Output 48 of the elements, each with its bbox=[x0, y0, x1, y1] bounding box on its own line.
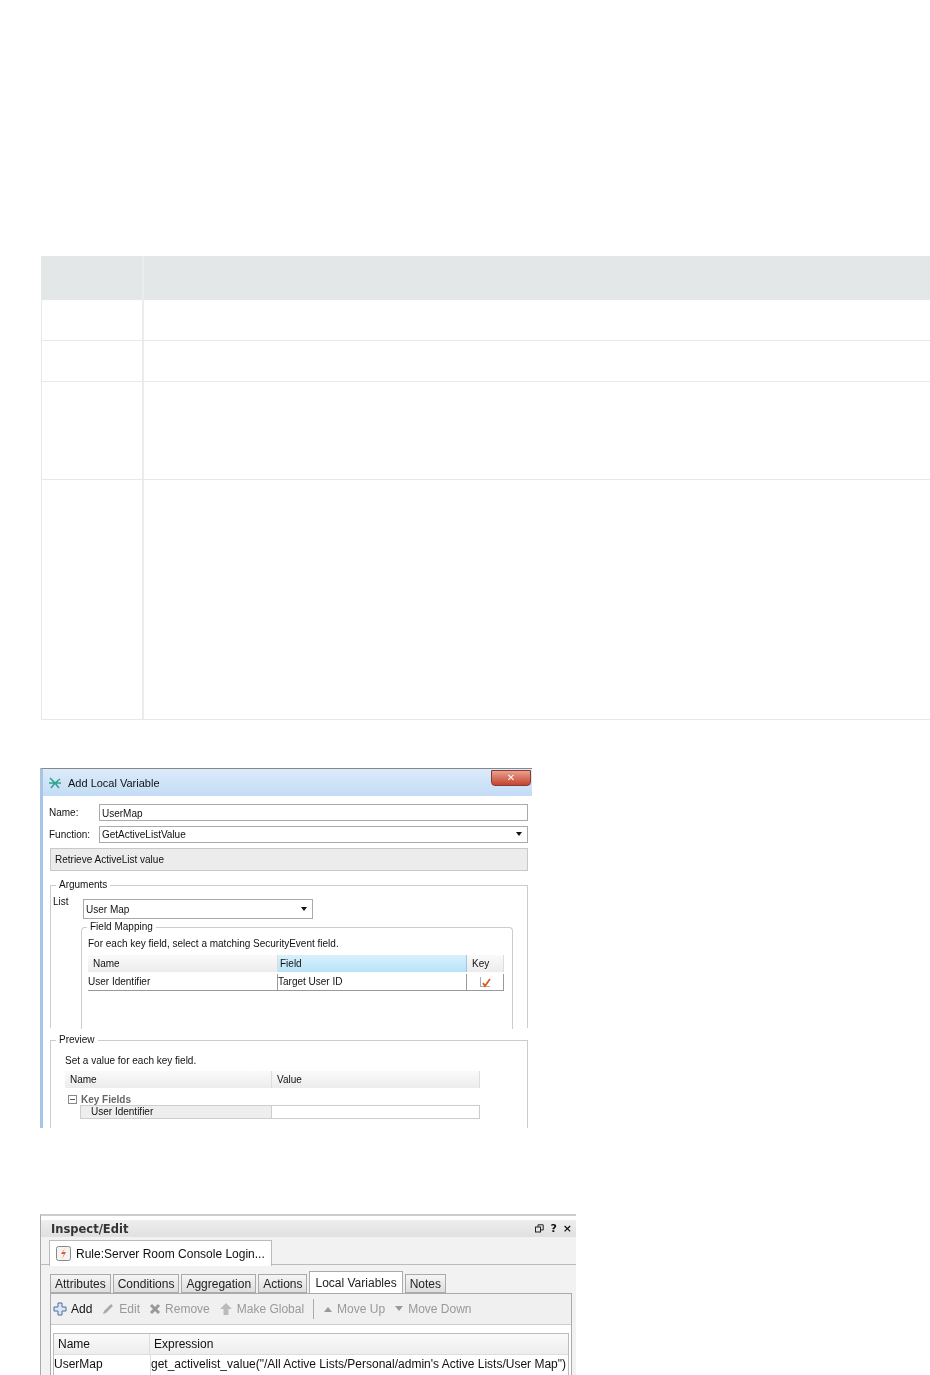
value-field[interactable] bbox=[272, 1105, 480, 1119]
name-field[interactable]: UserMap bbox=[99, 803, 528, 821]
list-dropdown[interactable]: User Map bbox=[83, 899, 313, 919]
column-header[interactable]: Expression bbox=[150, 1334, 568, 1354]
window-title: Add Local Variable bbox=[68, 776, 160, 789]
tab[interactable]: Conditions bbox=[112, 1274, 180, 1293]
app-icon bbox=[48, 775, 62, 790]
column-header[interactable]: Key bbox=[467, 955, 504, 972]
group-legend: Preview bbox=[56, 1034, 98, 1046]
column-header[interactable]: Name bbox=[65, 1071, 272, 1088]
column-header[interactable]: Name bbox=[88, 955, 278, 972]
table-cell: Target User ID bbox=[278, 974, 467, 991]
column-header[interactable]: Field bbox=[278, 955, 467, 972]
triangle-up-icon bbox=[323, 1305, 334, 1313]
field-label: List bbox=[52, 896, 70, 909]
tab[interactable]: Aggregation bbox=[181, 1274, 257, 1293]
field-label: Name: bbox=[49, 806, 80, 818]
tab[interactable]: Notes bbox=[404, 1274, 446, 1293]
plus-icon bbox=[53, 1302, 67, 1316]
table-row[interactable]: UserMap get_activelist_value("/All Active Lists/Personal/admin's Active Lists/User Map") bbox=[54, 1354, 568, 1375]
x-icon bbox=[149, 1303, 162, 1315]
tab[interactable]: Actions bbox=[258, 1274, 308, 1293]
field-label: Function: bbox=[49, 828, 92, 840]
up-arrow-icon bbox=[218, 1302, 233, 1316]
lightning-icon bbox=[56, 1246, 71, 1261]
table-cell: User Identifier bbox=[88, 974, 278, 991]
tab[interactable]: Attributes bbox=[50, 1274, 111, 1293]
tab[interactable]: Local Variables bbox=[309, 1271, 403, 1293]
description-box: Retrieve ActiveList value bbox=[50, 848, 528, 871]
table-cell: User Identifier bbox=[80, 1105, 272, 1119]
document-tab[interactable]: Rule:Server Room Console Login... bbox=[49, 1240, 272, 1266]
column-header[interactable]: Name bbox=[54, 1334, 150, 1354]
pencil-icon bbox=[101, 1302, 116, 1316]
add-button[interactable]: Add bbox=[53, 1302, 93, 1316]
window-control[interactable]: ? bbox=[550, 1222, 557, 1235]
triangle-down-icon bbox=[394, 1305, 405, 1313]
group-legend: Arguments bbox=[56, 879, 111, 891]
collapse-toggle[interactable] bbox=[68, 1094, 77, 1104]
group-legend: Field Mapping bbox=[87, 921, 156, 933]
column-header[interactable]: Value bbox=[272, 1071, 480, 1088]
group-label: Key Fields bbox=[81, 1093, 132, 1105]
restore-icon[interactable] bbox=[535, 1224, 545, 1233]
window-control[interactable]: × bbox=[562, 1222, 572, 1235]
function-dropdown[interactable]: GetActiveListValue bbox=[99, 825, 528, 843]
panel-title: Inspect/Edit bbox=[51, 1221, 129, 1236]
key-checkbox[interactable] bbox=[480, 977, 490, 987]
hint-text: Set a value for each key field. bbox=[65, 1055, 198, 1066]
hint-text: For each key field, select a matching SecurityEvent field. bbox=[87, 938, 340, 949]
